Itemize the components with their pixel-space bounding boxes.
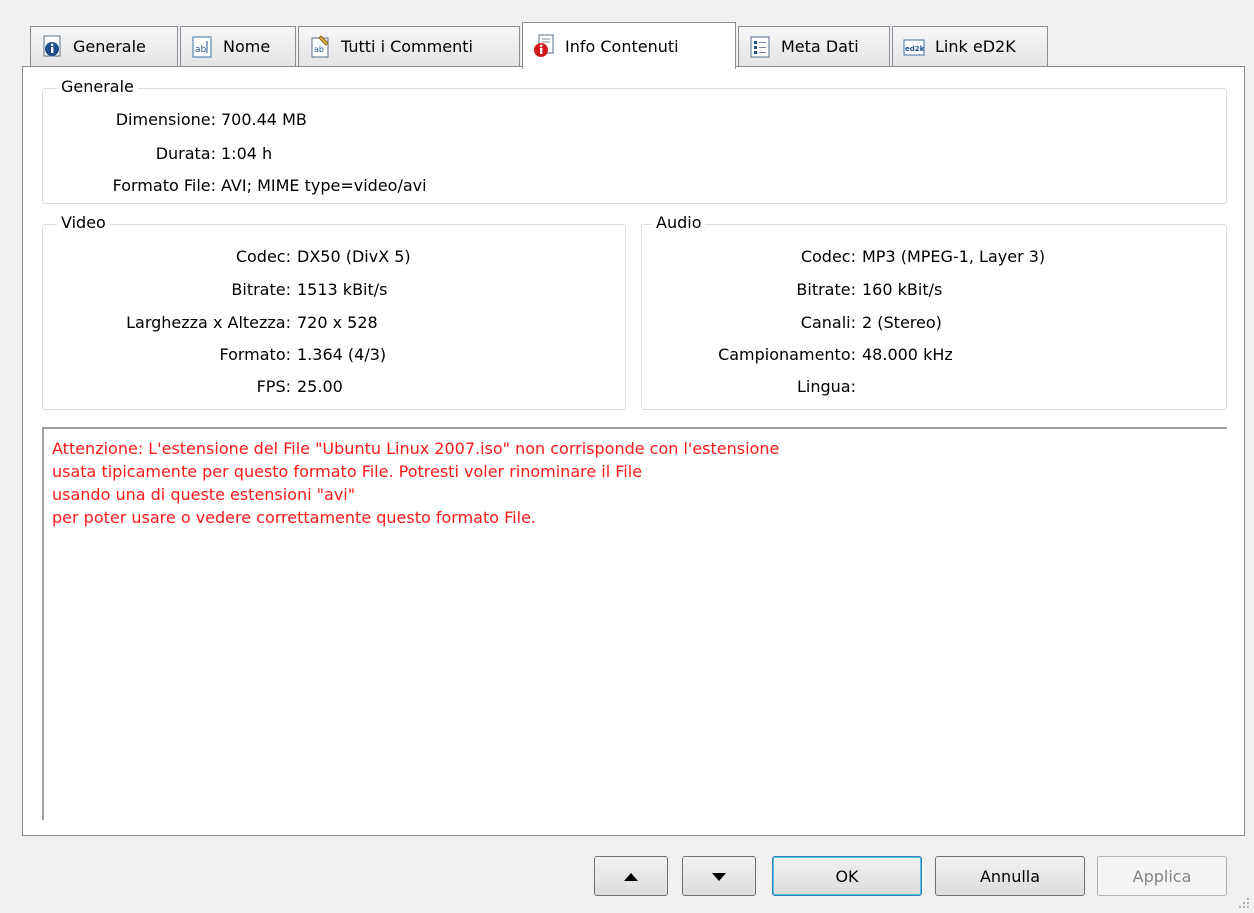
info-row: Campionamento: 48.000 kHz <box>642 343 1226 367</box>
info-row: Dimensione: 700.44 MB <box>43 108 1226 132</box>
tab-generale[interactable]: Generale <box>30 26 178 66</box>
warning-line: usando una di queste estensioni "avi" <box>52 485 356 504</box>
info-label: Larghezza x Altezza: <box>126 313 291 332</box>
info-row: Formato: 1.364 (4/3) <box>43 343 625 367</box>
ok-button[interactable]: OK <box>772 856 922 896</box>
info-label: Bitrate: <box>231 280 291 299</box>
move-down-button[interactable] <box>682 856 756 896</box>
info-label: Dimensione: <box>115 110 216 129</box>
info-label: Durata: <box>155 144 216 163</box>
info-value: 48.000 kHz <box>862 345 953 364</box>
info-value: 700.44 MB <box>221 110 307 129</box>
tab-label: Meta Dati <box>781 37 859 56</box>
svg-text:ed2k: ed2k <box>905 45 925 53</box>
info-label: Formato: <box>219 345 291 364</box>
info-row: Codec: MP3 (MPEG-1, Layer 3) <box>642 245 1226 269</box>
comments-icon: ab <box>309 34 331 59</box>
info-label: Formato File: <box>112 176 216 195</box>
info-value: MP3 (MPEG-1, Layer 3) <box>862 247 1046 266</box>
move-up-button[interactable] <box>594 856 668 896</box>
info-value: 720 x 528 <box>297 313 378 332</box>
info-label: Codec: <box>800 247 856 266</box>
warning-text-area[interactable]: Attenzione: L'estensione del File "Ubunt… <box>42 427 1227 820</box>
info-value: DX50 (DivX 5) <box>297 247 411 266</box>
content-info-icon <box>533 34 555 58</box>
info-row: Bitrate: 1513 kBit/s <box>43 278 625 302</box>
warning-line: Attenzione: L'estensione del File "Ubunt… <box>52 439 780 458</box>
tab-label: Tutti i Commenti <box>341 37 473 56</box>
svg-text:ab: ab <box>195 45 207 55</box>
info-row: Larghezza x Altezza: 720 x 528 <box>43 311 625 335</box>
tab-label: Link eD2K <box>935 37 1016 56</box>
tab-label: Nome <box>223 37 271 56</box>
info-label: Canali: <box>800 313 856 332</box>
tab-label: Info Contenuti <box>565 36 679 56</box>
info-page-icon <box>41 35 63 59</box>
info-value: 2 (Stereo) <box>862 313 942 332</box>
svg-text:ab: ab <box>314 45 324 54</box>
info-row: Formato File: AVI; MIME type=video/avi <box>43 174 1226 198</box>
info-label: Codec: <box>235 247 291 266</box>
warning-line: usata tipicamente per questo formato Fil… <box>52 462 643 481</box>
info-row: Canali: 2 (Stereo) <box>642 311 1226 335</box>
metadata-icon <box>749 35 771 59</box>
group-title: Generale <box>57 77 138 96</box>
info-row: Codec: DX50 (DivX 5) <box>43 245 625 269</box>
info-value: 1513 kBit/s <box>297 280 388 299</box>
info-value: AVI; MIME type=video/avi <box>221 176 427 195</box>
tab-nome[interactable]: ab Nome <box>180 26 296 66</box>
triangle-down-icon <box>711 867 727 886</box>
info-value: 25.00 <box>297 377 343 396</box>
ed2k-icon: ed2k <box>903 35 925 59</box>
tab-meta-dati[interactable]: Meta Dati <box>738 26 890 66</box>
video-group: Video Codec: DX50 (DivX 5) Bitrate: 1513… <box>42 213 626 410</box>
tab-label: Generale <box>73 37 146 56</box>
tab-info-contenuti[interactable]: Info Contenuti <box>522 22 736 69</box>
tab-tutti-i-commenti[interactable]: ab Tutti i Commenti <box>298 26 520 66</box>
resize-grip-icon[interactable] <box>1238 894 1250 908</box>
apply-button[interactable]: Applica <box>1097 856 1227 896</box>
tab-panel-info-contenuti: Generale Dimensione: 700.44 MB Durata: 1… <box>22 66 1245 836</box>
info-label: FPS: <box>256 377 291 396</box>
info-label: Bitrate: <box>796 280 856 299</box>
info-row: Lingua: <box>642 375 1226 399</box>
info-row: FPS: 25.00 <box>43 375 625 399</box>
tab-link-ed2k[interactable]: ed2k Link eD2K <box>892 26 1048 66</box>
info-value: 1.364 (4/3) <box>297 345 387 364</box>
info-value: 1:04 h <box>221 144 273 163</box>
triangle-up-icon <box>623 867 639 886</box>
ab-text-icon: ab <box>191 35 213 59</box>
info-row: Durata: 1:04 h <box>43 142 1226 166</box>
info-value: 160 kBit/s <box>862 280 943 299</box>
info-label: Campionamento: <box>718 345 856 364</box>
general-group: Generale Dimensione: 700.44 MB Durata: 1… <box>42 77 1227 204</box>
cancel-button[interactable]: Annulla <box>935 856 1085 896</box>
warning-line: per poter usare o vedere correttamente q… <box>52 508 536 527</box>
group-title: Video <box>57 213 110 232</box>
warning-message: Attenzione: L'estensione del File "Ubunt… <box>52 437 779 529</box>
info-label: Lingua: <box>797 377 856 396</box>
audio-group: Audio Codec: MP3 (MPEG-1, Layer 3) Bitra… <box>641 213 1227 410</box>
group-title: Audio <box>652 213 706 232</box>
info-row: Bitrate: 160 kBit/s <box>642 278 1226 302</box>
